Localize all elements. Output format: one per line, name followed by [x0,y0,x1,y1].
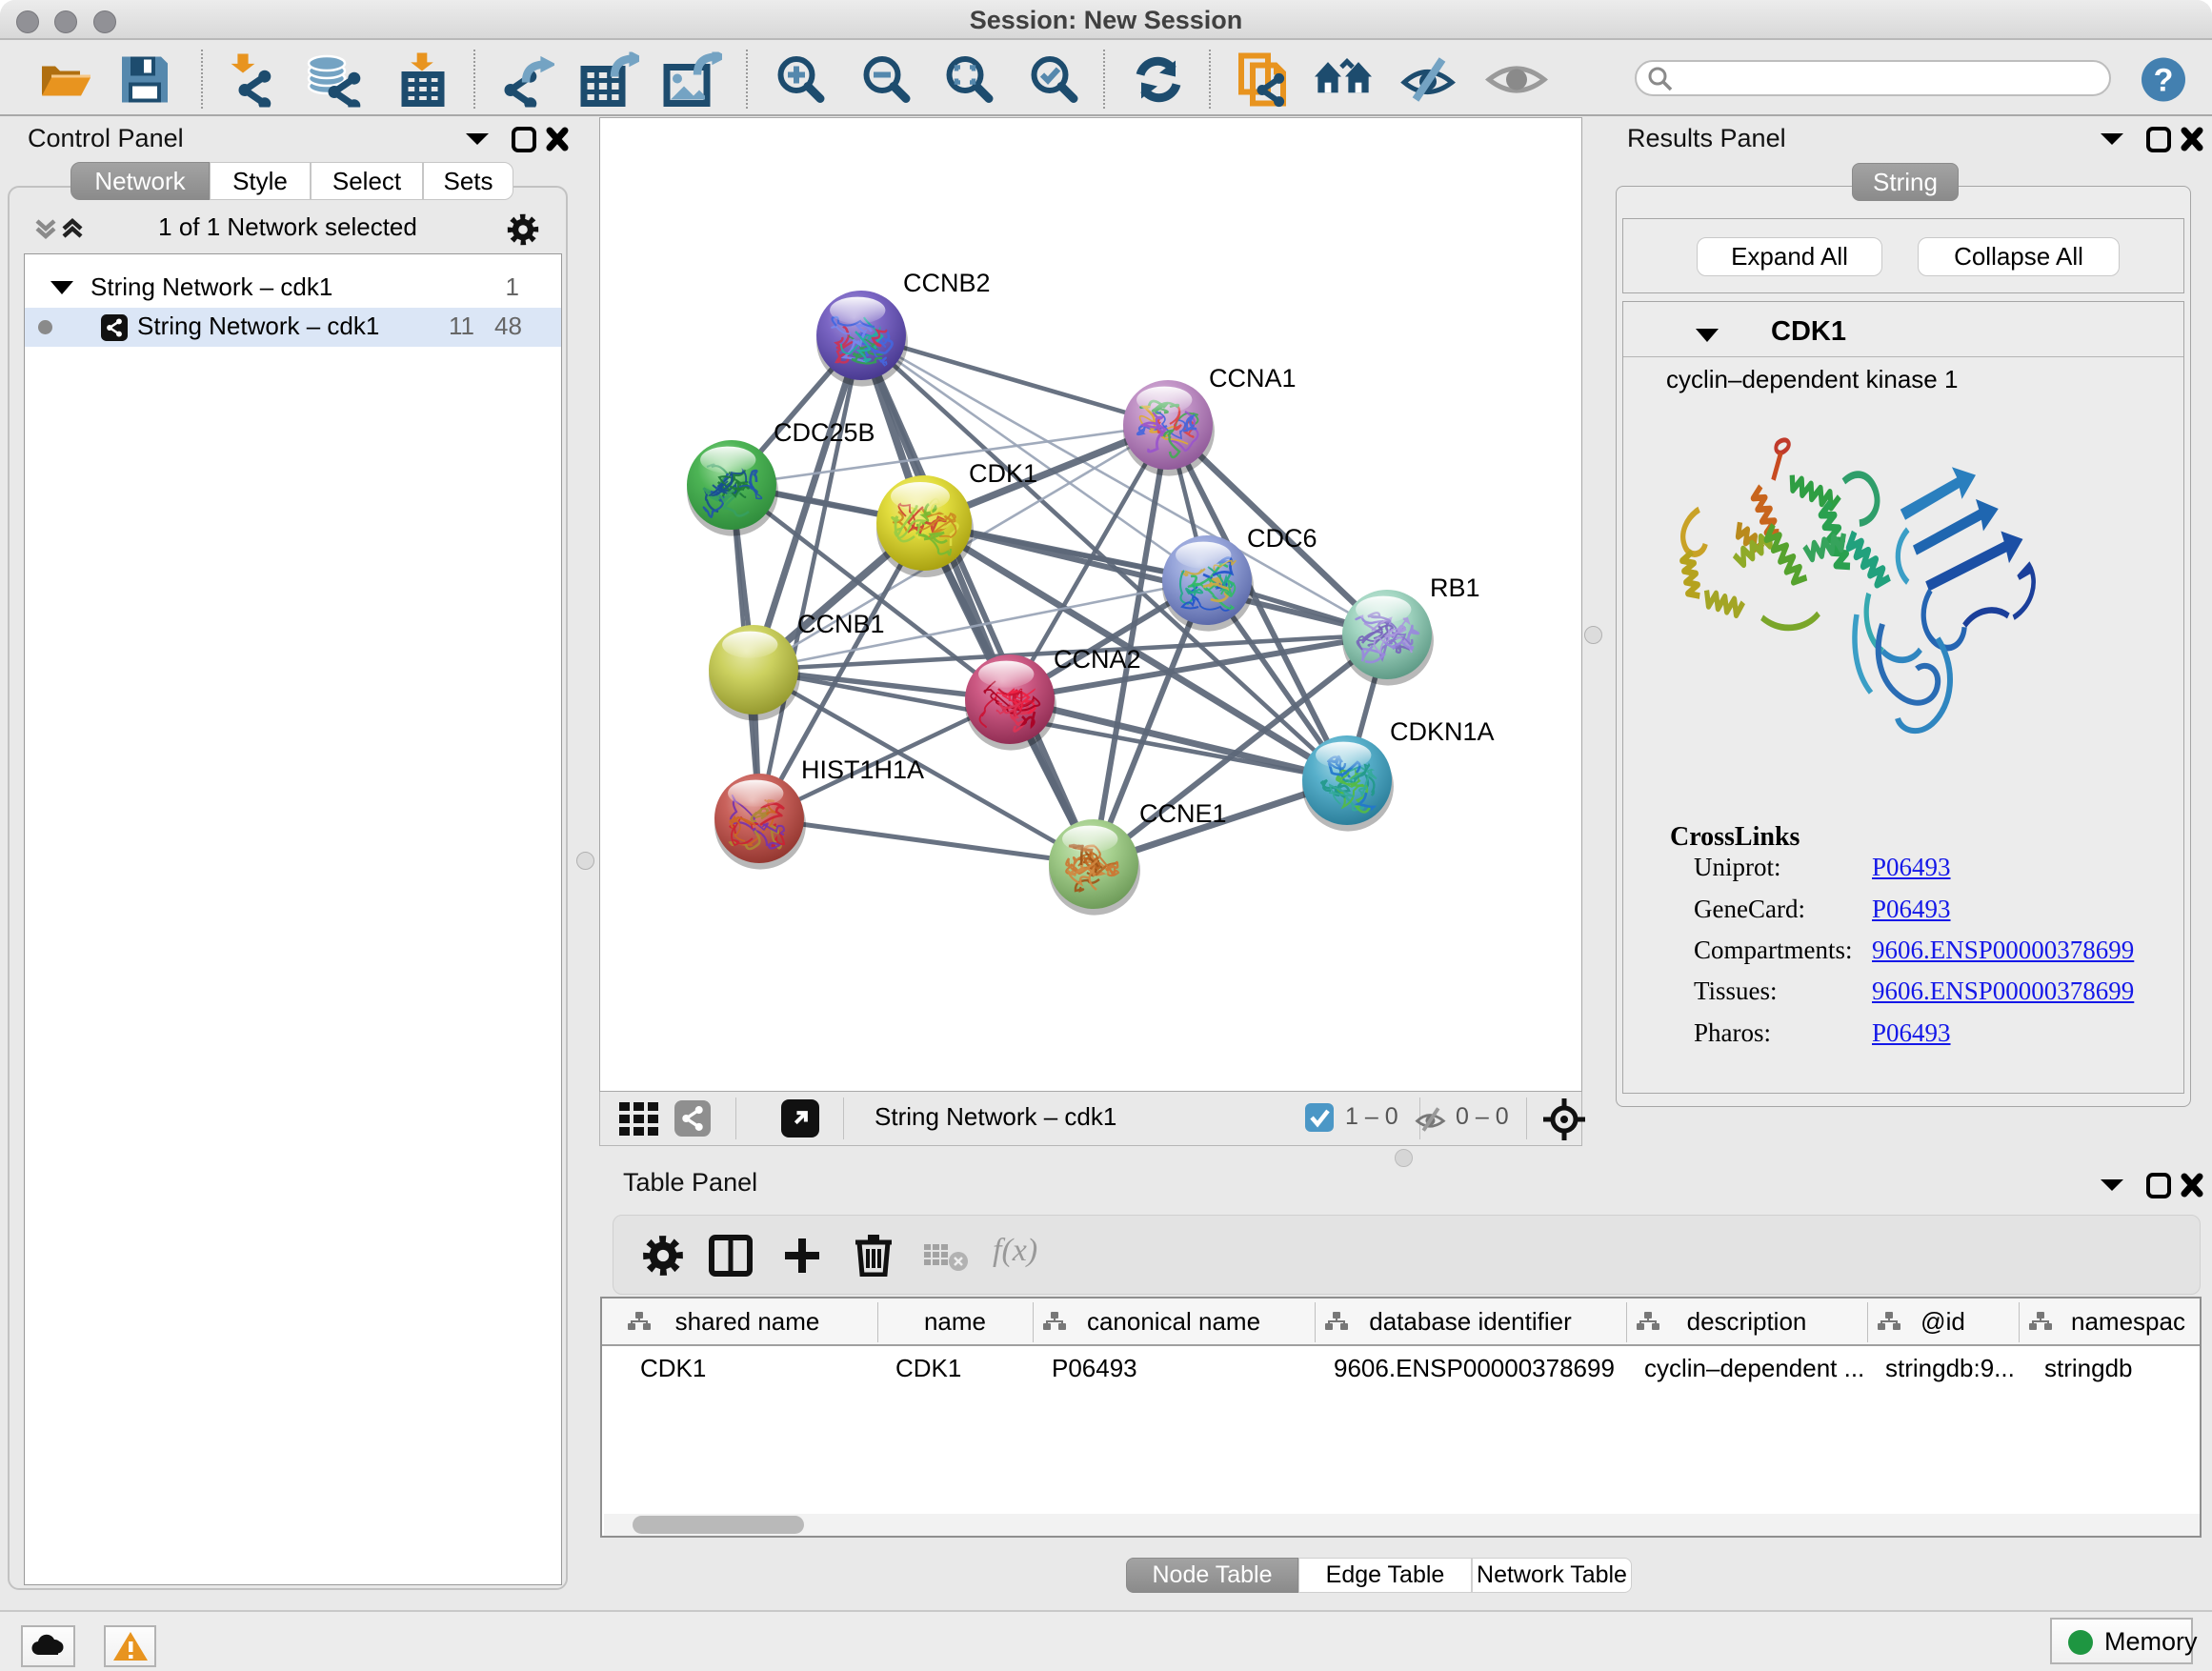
svg-text:RB1: RB1 [1430,574,1480,602]
svg-text:CCNA1: CCNA1 [1209,364,1297,393]
svg-text:CDC6: CDC6 [1247,524,1317,553]
svg-text:CCNB2: CCNB2 [903,269,991,297]
svg-text:CCNB1: CCNB1 [797,610,885,638]
svg-text:?: ? [2154,63,2174,99]
svg-text:CDK1: CDK1 [969,459,1037,488]
svg-text:CCNA2: CCNA2 [1054,645,1141,674]
svg-text:CDC25B: CDC25B [774,418,875,447]
svg-text:HIST1H1A: HIST1H1A [801,755,924,784]
svg-text:CDKN1A: CDKN1A [1390,717,1495,746]
svg-text:CCNE1: CCNE1 [1139,799,1227,828]
